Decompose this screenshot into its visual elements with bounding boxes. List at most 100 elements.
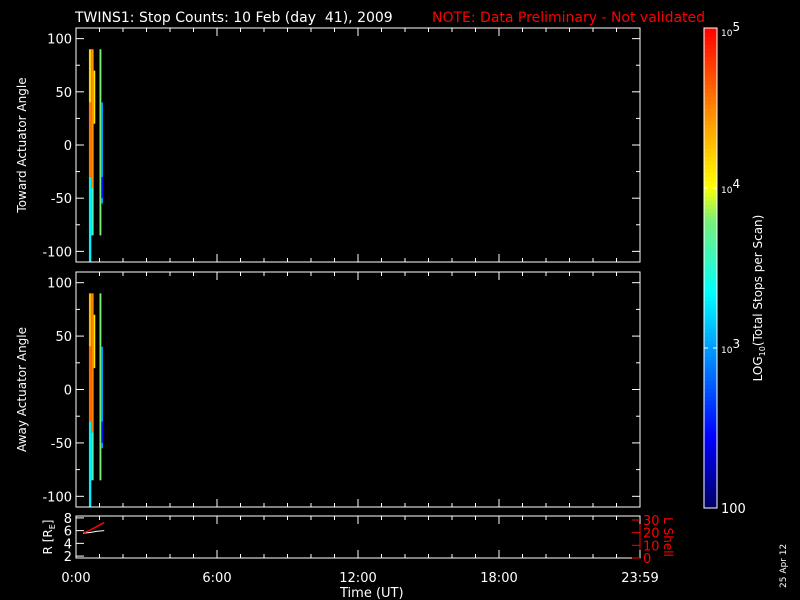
colorbar-step	[704, 312, 717, 317]
colorbar-step	[704, 436, 717, 441]
colorbar-step	[704, 424, 717, 429]
colorbar-step	[704, 472, 717, 477]
x-tick-label: 6:00	[202, 571, 231, 586]
data-cell	[88, 102, 92, 177]
colorbar-label: LOG10(Total Stops per Scan)	[751, 215, 767, 382]
colorbar-step	[704, 444, 717, 449]
y-tick-label: 50	[55, 330, 72, 345]
x-tick-label: 12:00	[339, 571, 376, 586]
y-tick-label: 100	[47, 277, 72, 292]
colorbar-step	[704, 88, 717, 93]
colorbar-step	[704, 412, 717, 417]
colorbar-step	[704, 480, 717, 485]
colorbar-step	[704, 340, 717, 345]
tick-base: 10	[721, 186, 733, 196]
spectrogram-figure: TWINS1: Stop Counts: 10 Feb (day 41), 20…	[0, 0, 800, 600]
colorbar-step	[704, 376, 717, 381]
data-cell	[88, 176, 92, 262]
colorbar-step	[704, 124, 717, 129]
y-tick-label: -100	[42, 245, 72, 260]
colorbar-step	[704, 156, 717, 161]
colorbar-step	[704, 60, 717, 65]
data-cell	[91, 49, 94, 188]
x-tick-label: 0:00	[61, 571, 90, 586]
colorbar-step	[704, 188, 717, 193]
colorbar-tick-label: 105	[721, 20, 740, 39]
colorbar-step	[704, 228, 717, 233]
colorbar-step	[704, 392, 717, 397]
colorbar-step	[704, 148, 717, 153]
colorbar-step	[704, 388, 717, 393]
colorbar-tick-100: 100	[721, 502, 746, 517]
colorbar-step	[704, 136, 717, 141]
colorbar-step	[704, 268, 717, 273]
colorbar-step	[704, 220, 717, 225]
panel-toward: 100 50 0 -50 -100 Toward Actuator Angle	[15, 27, 641, 263]
r-axis-label-part: R [R	[41, 529, 55, 554]
data-cell	[93, 70, 96, 124]
colorbar-step	[704, 76, 717, 81]
l-axis-label: L Shell	[661, 517, 675, 557]
colorbar-step	[704, 496, 717, 501]
colorbar-step	[704, 396, 717, 401]
y-axis-label: Toward Actuator Angle	[15, 77, 29, 213]
colorbar-step	[704, 288, 717, 293]
colorbar-step	[704, 72, 717, 77]
colorbar-step	[704, 128, 717, 133]
colorbar: 100103104105LOG10(Total Stops per Scan)	[703, 20, 767, 517]
colorbar-step	[704, 168, 717, 173]
y-tick-label: 100	[47, 33, 72, 48]
colorbar-step	[704, 160, 717, 165]
data-cell	[88, 49, 92, 103]
colorbar-step	[704, 432, 717, 437]
colorbar-step	[704, 492, 717, 497]
colorbar-step	[704, 244, 717, 249]
colorbar-step	[704, 404, 717, 409]
colorbar-step	[704, 236, 717, 241]
colorbar-label-log: LOG	[751, 356, 765, 381]
data-cell	[91, 187, 94, 236]
colorbar-step	[704, 208, 717, 213]
colorbar-step	[704, 352, 717, 357]
data-cell	[88, 293, 92, 347]
l-tick-label: 0	[643, 552, 651, 567]
data-cell	[101, 176, 104, 199]
colorbar-step	[704, 256, 717, 261]
colorbar-step	[704, 280, 717, 285]
x-axis-label: Time (UT)	[339, 586, 404, 600]
ephemeris-panel: 86423020100R [RE] L Shell0:00 6:00 12:00 18:…	[41, 512, 675, 586]
data-cell	[91, 293, 94, 433]
colorbar-step	[704, 172, 717, 177]
colorbar-step	[704, 92, 717, 97]
colorbar-step	[704, 252, 717, 257]
colorbar-step	[704, 452, 717, 457]
colorbar-step	[704, 336, 717, 341]
data-cell	[88, 346, 92, 422]
colorbar-step	[704, 364, 717, 369]
colorbar-step	[704, 68, 717, 73]
colorbar-tick-label: 104	[721, 177, 740, 196]
colorbar-step	[704, 324, 717, 329]
y-tick-label: 0	[64, 384, 72, 399]
colorbar-step	[704, 488, 717, 493]
data-cell	[99, 49, 102, 236]
r-axis-label-part: ]	[41, 520, 55, 525]
colorbar-step	[704, 292, 717, 297]
colorbar-step	[704, 284, 717, 289]
colorbar-step	[704, 204, 717, 209]
data-cell	[91, 432, 94, 481]
colorbar-step	[704, 152, 717, 157]
colorbar-step	[704, 380, 717, 385]
colorbar-step	[704, 428, 717, 433]
colorbar-step	[704, 108, 717, 113]
colorbar-step	[704, 132, 717, 137]
colorbar-step	[704, 360, 717, 365]
y-tick-label: -100	[42, 490, 72, 505]
colorbar-step	[704, 296, 717, 301]
colorbar-step	[704, 56, 717, 61]
colorbar-step	[704, 144, 717, 149]
colorbar-step	[704, 52, 717, 57]
colorbar-step	[704, 140, 717, 145]
colorbar-step	[704, 328, 717, 333]
colorbar-step	[704, 120, 717, 125]
